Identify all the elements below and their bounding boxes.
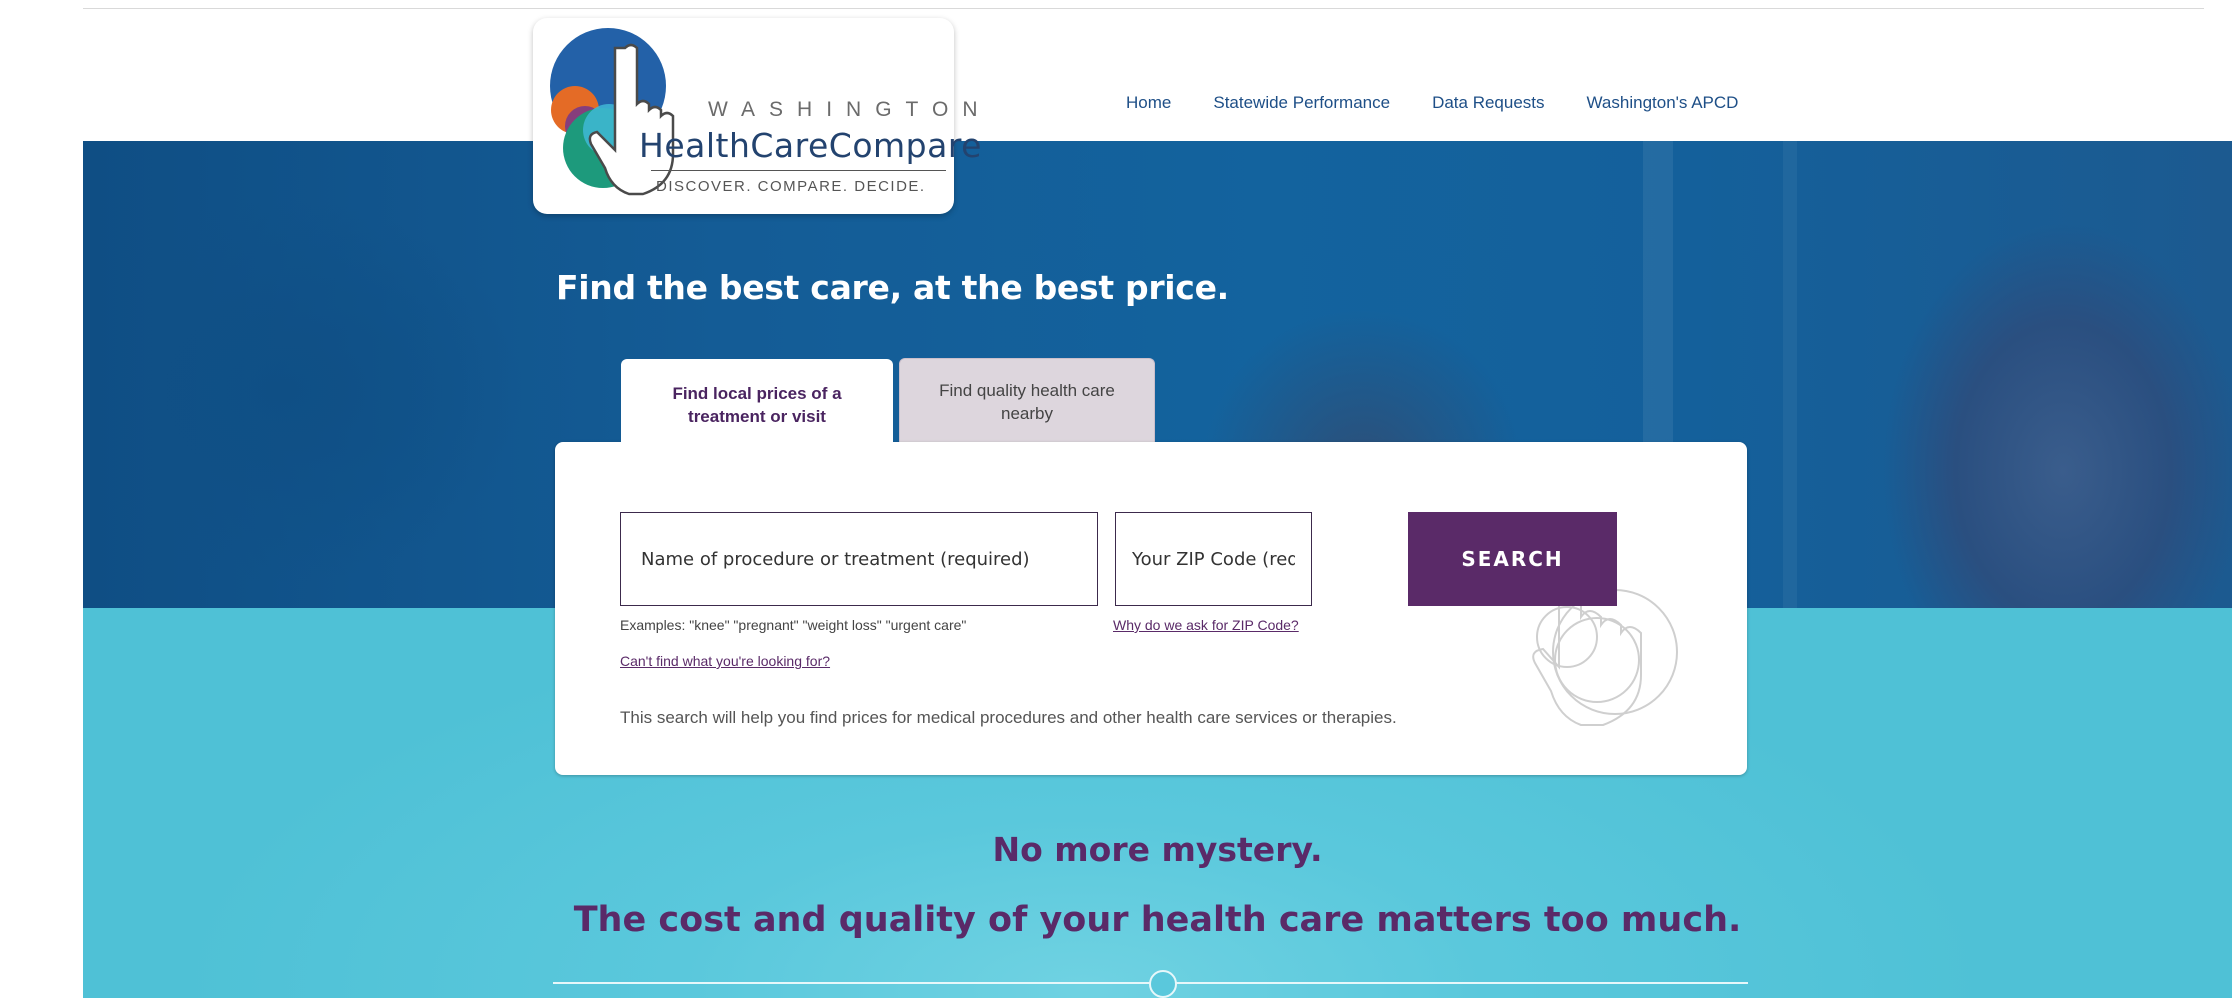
procedure-search-input[interactable] <box>620 512 1098 606</box>
hero-photo-highlight <box>1783 141 1797 608</box>
tagline-secondary: The cost and quality of your health care… <box>573 900 1742 940</box>
logo-rule <box>651 170 946 171</box>
tab-quality-care[interactable]: Find quality health care nearby <box>899 358 1155 444</box>
tagline-primary: No more mystery. <box>992 830 1323 869</box>
main-nav: Home Statewide Performance Data Requests… <box>1126 93 1780 113</box>
hero-headline: Find the best care, at the best price. <box>556 268 1229 307</box>
cant-find-link[interactable]: Can't find what you're looking for? <box>620 653 830 669</box>
why-zip-link[interactable]: Why do we ask for ZIP Code? <box>1113 617 1299 633</box>
nav-washington-apcd[interactable]: Washington's APCD <box>1587 93 1739 113</box>
nav-home[interactable]: Home <box>1126 93 1171 113</box>
search-button[interactable]: SEARCH <box>1408 512 1617 606</box>
search-helper-text: This search will help you find prices fo… <box>620 708 1397 727</box>
logo-state: WASHINGTON <box>708 98 992 121</box>
site-logo[interactable]: WASHINGTON HealthCareCompare DISCOVER. C… <box>533 18 981 214</box>
search-examples: Examples: "knee" "pregnant" "weight loss… <box>620 617 967 633</box>
top-rule <box>83 8 2204 9</box>
nav-statewide-performance[interactable]: Statewide Performance <box>1213 93 1390 113</box>
hand-pointer-icon <box>1532 549 1678 726</box>
tab-local-prices[interactable]: Find local prices of a treatment or visi… <box>621 359 893 451</box>
nav-data-requests[interactable]: Data Requests <box>1432 93 1544 113</box>
logo-tagline: DISCOVER. COMPARE. DECIDE. <box>656 178 926 195</box>
divider-circle-icon <box>1149 970 1177 998</box>
logo-name: HealthCareCompare <box>639 126 982 165</box>
zip-code-input[interactable] <box>1115 512 1312 606</box>
search-panel: SEARCH Examples: "knee" "pregnant" "weig… <box>555 442 1747 775</box>
